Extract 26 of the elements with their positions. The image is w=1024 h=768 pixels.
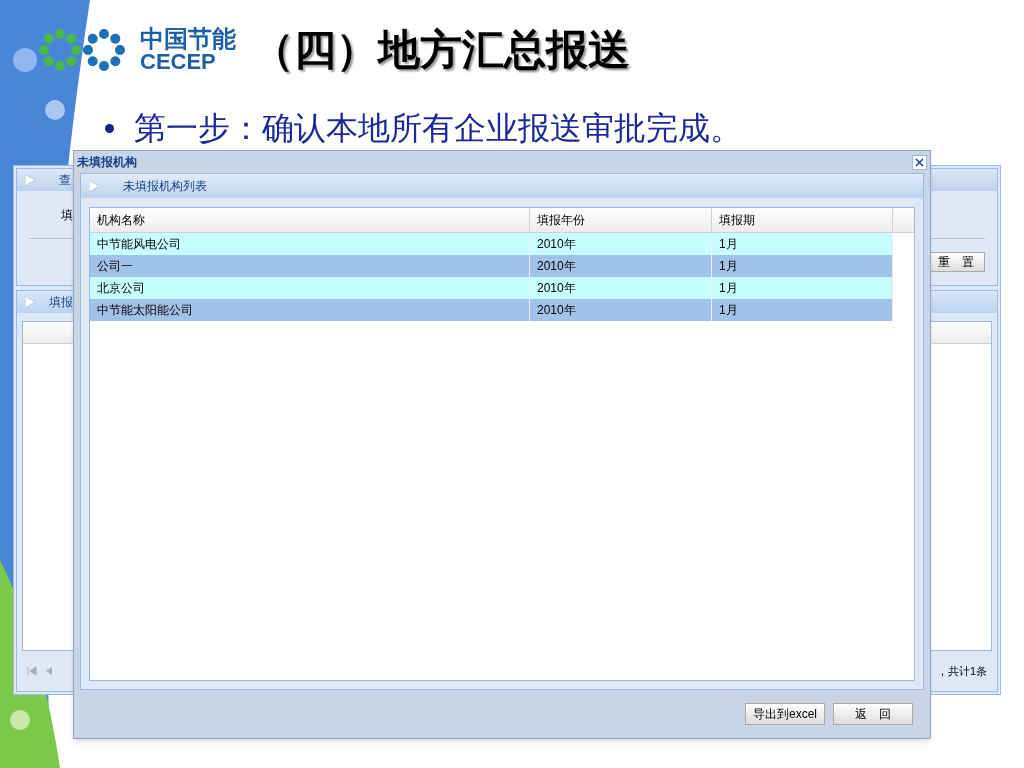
close-button[interactable] [912, 154, 927, 170]
first-page-icon[interactable] [27, 666, 37, 676]
triangle-icon [89, 180, 99, 192]
column-header[interactable]: 填报期 [712, 208, 893, 232]
dialog-title: 未填报机构 [77, 154, 137, 171]
triangle-icon [25, 296, 35, 308]
logo-text: CECEP [140, 50, 216, 73]
column-header[interactable]: 填报年份 [530, 208, 712, 232]
triangle-icon [25, 174, 35, 186]
close-icon [915, 157, 924, 167]
field-label: 填 [61, 206, 73, 224]
panel-title: 填报 [49, 294, 73, 311]
column-header[interactable]: 机构名称 [90, 208, 530, 232]
bullet-icon [105, 123, 114, 133]
slide-title: （四）地方汇总报送 [252, 25, 630, 75]
pager-summary: ，共计1条 [936, 663, 987, 679]
previous-page-icon[interactable] [45, 666, 53, 676]
bullet-text: 第一步：确认本地所有企业报送审批完成。 [134, 109, 742, 148]
panel-title: 未填报机构列表 [123, 178, 207, 195]
back-button[interactable]: 返 回 [833, 703, 913, 725]
table-cell: 2010年 [530, 299, 712, 321]
export-button[interactable]: 导出到excel [745, 703, 825, 725]
table-cell: 中节能太阳能公司 [90, 299, 530, 321]
panel-title: 查 [59, 172, 71, 189]
table-cell: 1月 [712, 299, 893, 321]
logo-text: 中国节能 [140, 26, 236, 51]
